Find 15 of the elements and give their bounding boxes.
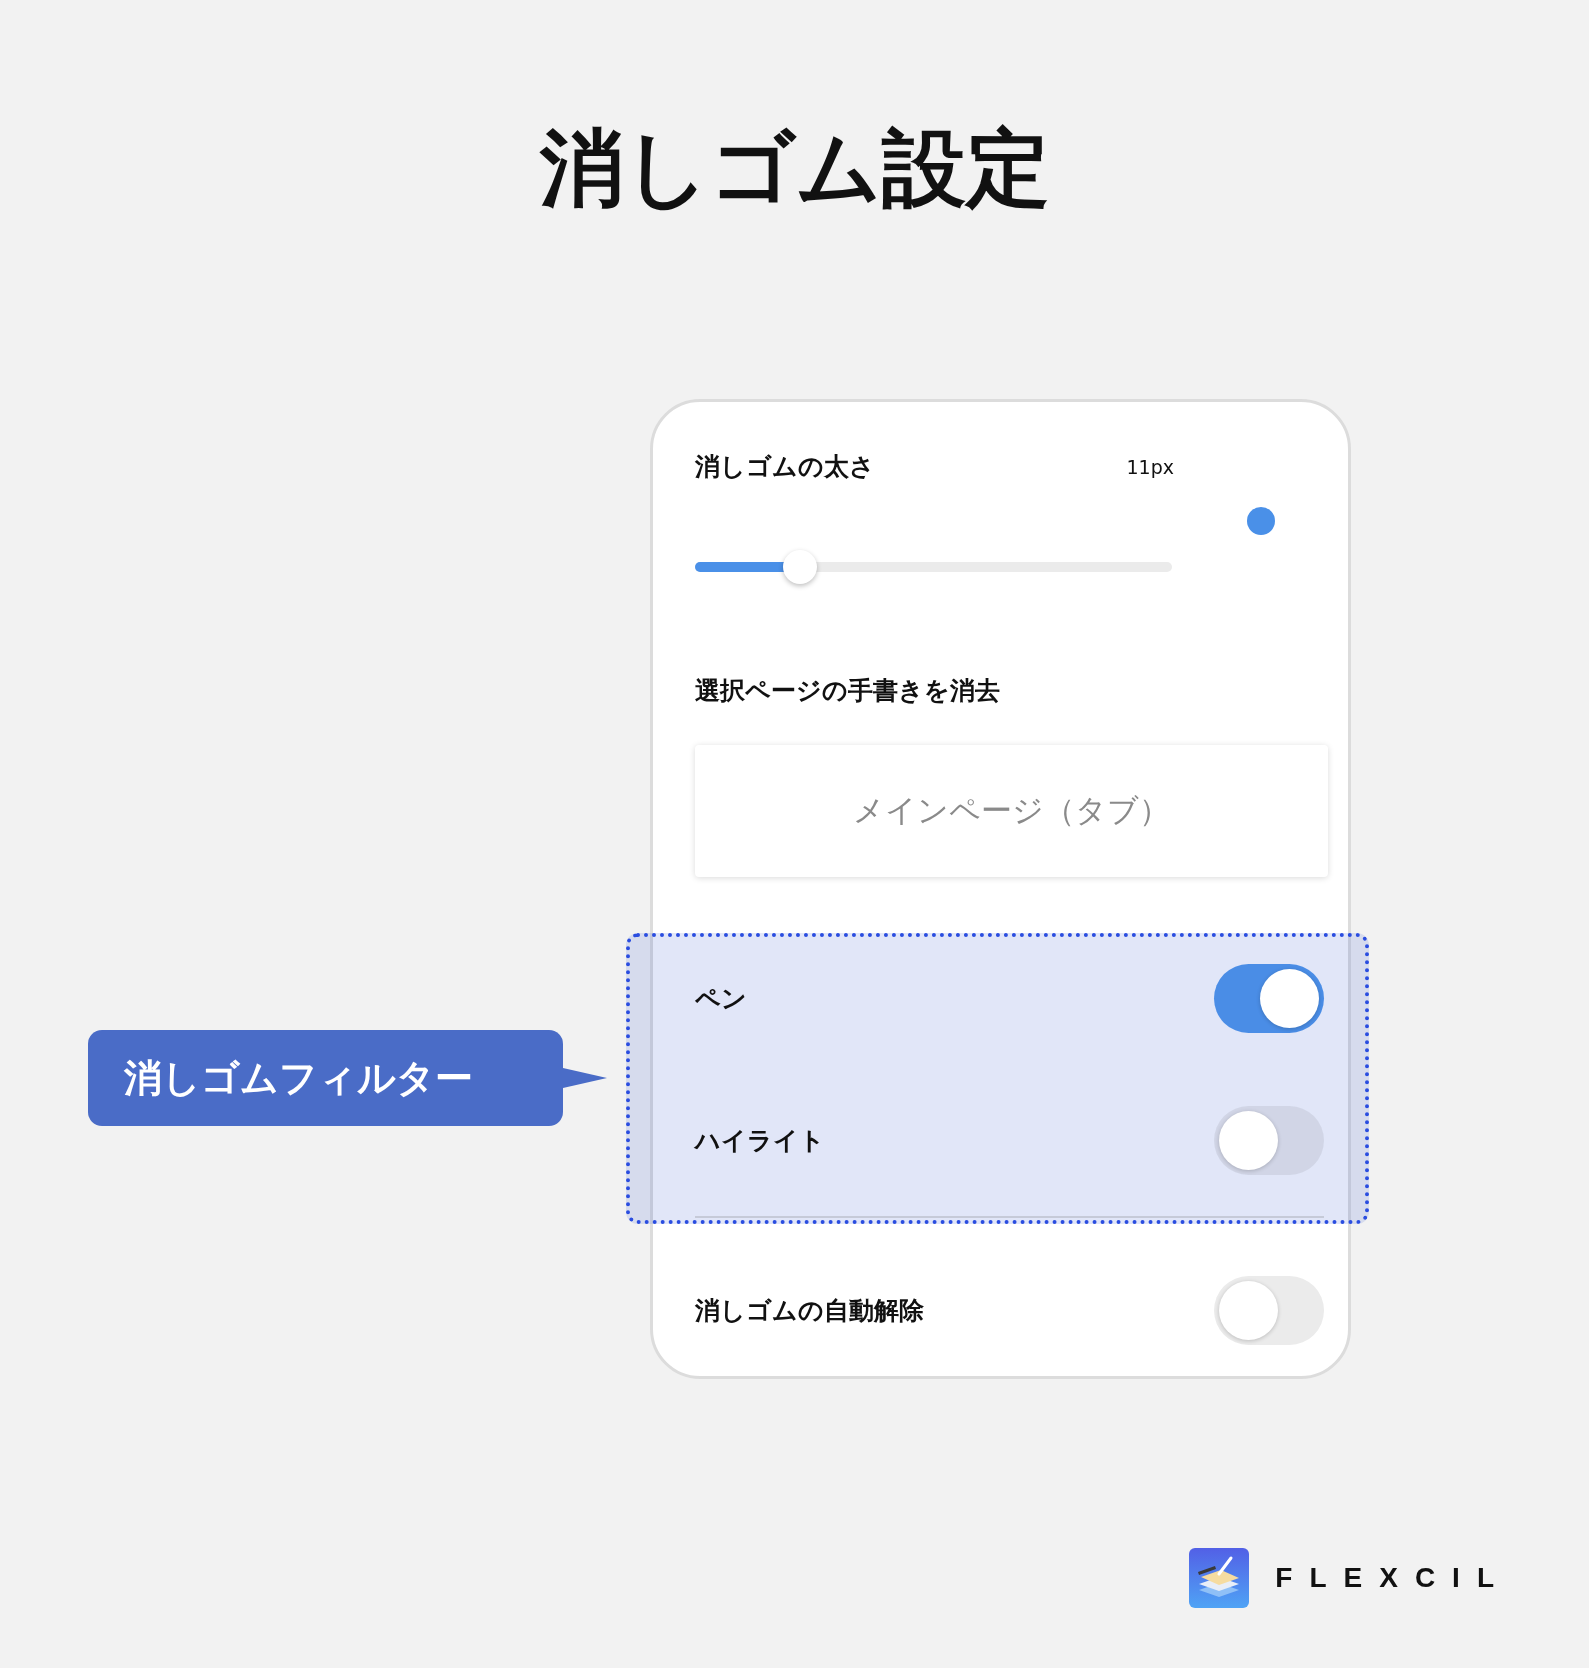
toggle-label: 消しゴムの自動解除 bbox=[695, 1294, 924, 1327]
size-preview-dot-icon bbox=[1247, 507, 1275, 535]
brand-name: FLEXCIL bbox=[1275, 1562, 1511, 1594]
callout-pointer-icon bbox=[563, 1068, 607, 1088]
page-title: 消しゴム設定 bbox=[538, 118, 1051, 218]
toggle-label: ハイライト bbox=[695, 1124, 825, 1157]
page-select-button[interactable]: メインページ（タブ） bbox=[695, 745, 1328, 877]
notebook-logo-icon bbox=[1189, 1548, 1250, 1608]
toggle-label: ペン bbox=[695, 982, 747, 1015]
slider-thumb[interactable] bbox=[782, 550, 817, 584]
setting-label: 消しゴムの太さ bbox=[695, 451, 875, 483]
callout-label: 消しゴムフィルター bbox=[88, 1030, 563, 1126]
thickness-slider[interactable] bbox=[695, 550, 1172, 584]
thickness-value: 11px bbox=[1126, 456, 1174, 478]
setting-label: 選択ページの手書きを消去 bbox=[695, 675, 1001, 707]
